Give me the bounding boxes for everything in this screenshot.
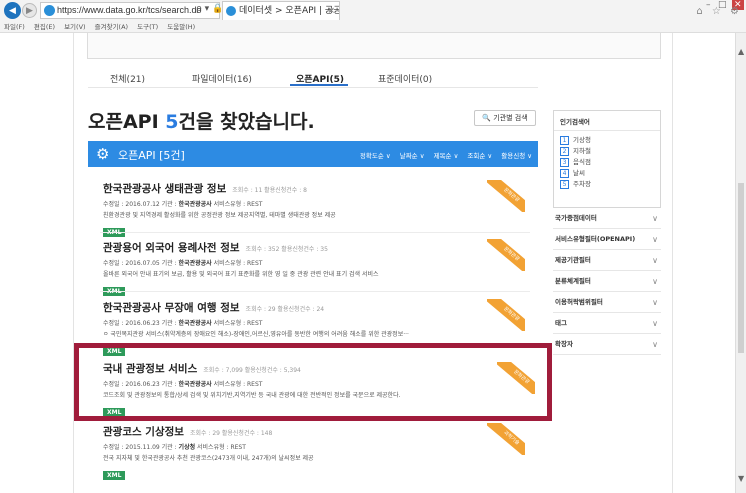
search-area-box xyxy=(87,33,661,59)
tab-title: 데이터셋 > 오픈API | 공공... xyxy=(239,6,340,16)
result-description: 친환경관광 및 지역경제 활성화를 위한 공정관광 정보 제공지역별, 테마별 … xyxy=(103,212,336,219)
result-title[interactable]: 한국관광공사 무장애 여행 정보 xyxy=(103,302,240,314)
facet-classification[interactable]: 분류체계필터 ∨ xyxy=(553,271,661,292)
sort-views[interactable]: 조회순 ∨ xyxy=(467,152,492,160)
institution-search-button[interactable]: 🔍 기관별 검색 xyxy=(474,110,536,126)
menu-favorites[interactable]: 즐겨찾기(A) xyxy=(95,23,128,31)
tab-standard-data[interactable]: 표준데이터(0) xyxy=(378,72,432,85)
result-info: 수정일 : 2016.07.12 기관 : 한국관광공사 서비스유형 : RES… xyxy=(103,201,263,208)
browser-window: ◀ ▶ https://www.data.go.kr/tcs/search.do… xyxy=(0,0,746,493)
result-count: 5 xyxy=(165,111,179,133)
facet-extension[interactable]: 확장자 ∨ xyxy=(553,334,661,355)
menu-tools[interactable]: 도구(T) xyxy=(137,23,158,31)
facet-license[interactable]: 이용허락범위필터 ∨ xyxy=(553,292,661,313)
chevron-down-icon: ∨ xyxy=(652,256,658,265)
popular-keywords-list: 1 기상청 2 지하철 3 음식점 4 날씨 5 주차장 xyxy=(554,131,660,194)
result-title[interactable]: 관광용어 외국어 용례사전 정보 xyxy=(103,242,240,254)
forward-button[interactable]: ▶ xyxy=(22,3,37,18)
category-ribbon: 문화관광 xyxy=(487,299,525,331)
keyword-item[interactable]: 3 음식점 xyxy=(560,157,654,168)
xml-badge: XML xyxy=(103,471,126,480)
category-ribbon: 과학기술 xyxy=(487,423,525,455)
open-api-count-title: 오픈API [5건] xyxy=(118,149,185,162)
menu-file[interactable]: 파일(F) xyxy=(4,23,25,31)
result-item: 관광코스 기상정보 조회수 : 29 활용신청건수 : 148 수정일 : 201… xyxy=(103,424,523,481)
keyword-item[interactable]: 5 주차장 xyxy=(560,179,654,190)
facet-service-type[interactable]: 서비스유형필터(OPENAPI) ∨ xyxy=(553,229,661,250)
result-description: 올바른 외국어 안내 표기의 보급, 활용 및 외국어 표기 표준화를 위한 영… xyxy=(103,271,379,278)
close-tab-icon[interactable]: × xyxy=(327,2,335,20)
chevron-down-icon: ∨ xyxy=(652,319,658,328)
facet-national-key-data[interactable]: 국가중점데이터 ∨ xyxy=(553,208,661,229)
menu-view[interactable]: 보기(V) xyxy=(64,23,85,31)
browser-titlebar: ◀ ▶ https://www.data.go.kr/tcs/search.do… xyxy=(0,0,746,21)
menu-edit[interactable]: 편집(E) xyxy=(34,23,55,31)
arrow-right-icon: ▶ xyxy=(26,5,33,16)
result-meta: 조회수 : 11 활용신청건수 : 8 xyxy=(232,187,307,194)
sort-title[interactable]: 제목순 ∨ xyxy=(434,152,459,160)
chevron-down-icon: ∨ xyxy=(652,214,658,223)
tab-site-icon xyxy=(226,6,236,16)
tab-all[interactable]: 전체(21) xyxy=(110,72,145,85)
browser-menubar: 파일(F) 편집(E) 보기(V) 즐겨찾기(A) 도구(T) 도움말(H) xyxy=(0,21,746,33)
menu-help[interactable]: 도움말(H) xyxy=(167,23,195,31)
tab-divider xyxy=(88,87,538,88)
result-meta: 조회수 : 352 활용신청건수 : 35 xyxy=(245,246,328,253)
divider xyxy=(100,291,530,292)
sort-accuracy[interactable]: 정확도순 ∨ xyxy=(360,152,391,160)
scroll-up-icon[interactable]: ▲ xyxy=(738,47,744,56)
keyword-item[interactable]: 2 지하철 xyxy=(560,146,654,157)
result-info: 수정일 : 2016.06.23 기관 : 한국관광공사 서비스유형 : RES… xyxy=(103,320,263,327)
result-title[interactable]: 한국관광공사 생태관광 정보 xyxy=(103,183,226,195)
divider xyxy=(100,232,530,233)
url-text: https://www.data.go.kr/tcs/search.do xyxy=(57,5,202,15)
browser-tab[interactable]: 데이터셋 > 오픈API | 공공... × xyxy=(222,1,340,20)
keyword-item[interactable]: 1 기상청 xyxy=(560,135,654,146)
address-bar[interactable]: https://www.data.go.kr/tcs/search.do xyxy=(40,2,220,19)
facet-provider[interactable]: 제공기관필터 ∨ xyxy=(553,250,661,271)
vertical-scrollbar[interactable]: ▲ ▼ xyxy=(735,33,746,493)
sort-date[interactable]: 날짜순 ∨ xyxy=(400,152,425,160)
chevron-down-icon: ∨ xyxy=(652,340,658,349)
sort-requests[interactable]: 활용신청 ∨ xyxy=(501,152,532,160)
result-item: 관광용어 외국어 용례사전 정보 조회수 : 352 활용신청건수 : 35 수정… xyxy=(103,240,523,297)
active-tab-indicator xyxy=(290,84,348,86)
tab-file-data[interactable]: 파일데이터(16) xyxy=(192,72,252,85)
result-description: ㅇ 국민복지관광 서비스(취약계층의 장애요인 해소)-장애인,어르신,영유아를… xyxy=(103,331,409,338)
result-meta: 조회수 : 29 활용신청건수 : 148 xyxy=(189,430,273,437)
sort-options: 정확도순 ∨ 날짜순 ∨ 제목순 ∨ 조회순 ∨ 활용신청 ∨ xyxy=(353,150,532,160)
site-icon xyxy=(44,5,55,16)
open-api-header-bar: ⚙ 오픈API [5건] 정확도순 ∨ 날짜순 ∨ 제목순 ∨ 조회순 ∨ 활용… xyxy=(88,141,538,167)
chevron-down-icon: ∨ xyxy=(652,298,658,307)
scroll-thumb[interactable] xyxy=(738,183,744,353)
popular-keywords-box: 인기검색어 1 기상청 2 지하철 3 음식점 4 날씨 5 주차장 xyxy=(553,110,661,208)
keyword-item[interactable]: 4 날씨 xyxy=(560,168,654,179)
category-ribbon: 문화관광 xyxy=(487,239,525,271)
back-button[interactable]: ◀ xyxy=(4,2,21,19)
facet-tag[interactable]: 태그 ∨ xyxy=(553,313,661,334)
result-item: 한국관광공사 생태관광 정보 조회수 : 11 활용신청건수 : 8 수정일 : … xyxy=(103,181,523,238)
arrow-left-icon: ◀ xyxy=(9,5,16,16)
gear-icon: ⚙ xyxy=(96,145,110,163)
chevron-down-icon: ∨ xyxy=(652,277,658,286)
chevron-down-icon: ∨ xyxy=(652,235,658,244)
highlight-box xyxy=(74,343,552,421)
sidebar: 인기검색어 1 기상청 2 지하철 3 음식점 4 날씨 5 주차장 국가중점데이터 ∨ 서… xyxy=(553,110,661,355)
result-meta: 조회수 : 29 활용신청건수 : 24 xyxy=(245,306,325,313)
result-info: 수정일 : 2015.11.09 기관 : 기상청 서비스유형 : REST xyxy=(103,444,246,451)
result-title[interactable]: 관광코스 기상정보 xyxy=(103,426,184,438)
result-info: 수정일 : 2016.07.05 기관 : 한국관광공사 서비스유형 : RES… xyxy=(103,260,263,267)
popular-keywords-title: 인기검색어 xyxy=(554,111,660,131)
page-title: 오픈API 5건을 찾았습니다. xyxy=(88,111,315,133)
search-icon: 🔍 xyxy=(482,114,492,122)
category-ribbon: 문화관광 xyxy=(487,180,525,212)
home-favorites-settings-icons[interactable]: ⌂ ☆ ⚙ xyxy=(696,6,742,17)
scroll-down-icon[interactable]: ▼ xyxy=(738,474,744,483)
result-description: 전국 지자체 및 한국관광공사 추천 관광코스(2473개 이내, 247개)의… xyxy=(103,455,314,462)
